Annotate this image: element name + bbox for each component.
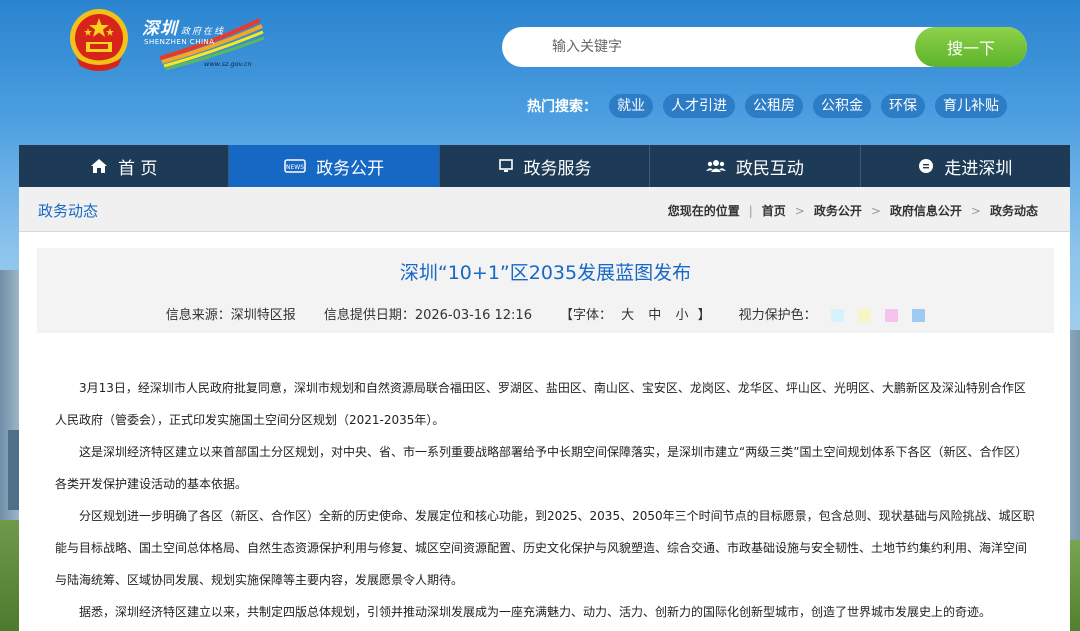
breadcrumb-prefix: 您现在的位置	[667, 204, 740, 218]
nav-item-about-shenzhen[interactable]: 走进深圳	[861, 145, 1070, 187]
font-size-selector: 【字体： 大 中 小 】	[560, 304, 711, 323]
article-source: 信息来源：深圳特区报	[165, 308, 296, 323]
monitor-icon	[498, 158, 514, 174]
logo-url-text: www.sz.gov.cn	[204, 60, 252, 68]
breadcrumb-separator: >	[870, 203, 881, 218]
font-size-medium[interactable]: 中	[648, 308, 661, 323]
site-logo[interactable]: 深圳 政府在线 SHENZHEN CHINA www.sz.gov.cn	[140, 14, 265, 72]
font-size-label-open: 【字体：	[559, 308, 612, 323]
breadcrumb-item-home[interactable]: 首页	[762, 202, 786, 219]
breadcrumb-item-news[interactable]: 政务动态	[990, 202, 1038, 219]
breadcrumb-item-info-disclosure[interactable]: 政府信息公开	[890, 202, 962, 219]
national-emblem-icon	[66, 6, 132, 76]
info-icon	[918, 158, 934, 174]
nav-label: 政民互动	[735, 158, 804, 179]
nav-label: 政务公开	[316, 158, 385, 179]
people-icon	[705, 158, 726, 174]
logo-english-text: SHENZHEN CHINA	[144, 38, 215, 46]
color-swatch-pink[interactable]	[885, 309, 899, 322]
hot-tag-childcare-subsidy[interactable]: 育儿补贴	[935, 94, 1007, 118]
article-title: 深圳“10+1”区2035发展蓝图发布	[399, 262, 692, 284]
hot-tag-talent[interactable]: 人才引进	[663, 94, 735, 118]
nav-item-interaction[interactable]: 政民互动	[650, 145, 861, 187]
color-swatch-cyan[interactable]	[830, 309, 844, 322]
font-size-small[interactable]: 小	[675, 308, 688, 323]
home-icon	[90, 158, 108, 174]
section-title: 政务动态	[38, 202, 99, 220]
hot-tag-jobs[interactable]: 就业	[609, 94, 653, 118]
color-swatch-blue[interactable]	[912, 309, 926, 322]
nav-item-services[interactable]: 政务服务	[440, 145, 651, 187]
color-swatch-yellow[interactable]	[857, 309, 871, 322]
breadcrumb-separator: |	[748, 203, 753, 218]
font-size-large[interactable]: 大	[621, 308, 634, 323]
article-header: 深圳“10+1”区2035发展蓝图发布 信息来源：深圳特区报 信息提供日期：20…	[37, 248, 1054, 333]
hot-tag-environment[interactable]: 环保	[881, 94, 925, 118]
breadcrumb-separator: >	[794, 203, 805, 218]
eye-protection-colors: 视力保护色：	[739, 304, 926, 323]
article-paragraph: 据悉，深圳经济特区建立以来，共制定四版总体规划，引领并推动深圳发展成为一座充满魅…	[79, 605, 992, 619]
nav-label: 走进深圳	[944, 158, 1013, 179]
article-container: 深圳“10+1”区2035发展蓝图发布 信息来源：深圳特区报 信息提供日期：20…	[19, 232, 1070, 631]
logo-chinese-text: 深圳 政府在线	[142, 19, 226, 39]
eye-protection-label: 视力保护色：	[738, 308, 817, 323]
hot-tag-public-housing[interactable]: 公租房	[745, 94, 803, 118]
search-bar: 搜一下	[502, 27, 1027, 67]
nav-label: 政务服务	[523, 158, 592, 179]
nav-item-home[interactable]: 首 页	[19, 145, 230, 187]
hot-tag-housing-fund[interactable]: 公积金	[813, 94, 871, 118]
hot-search-bar: 热门搜索： 就业 人才引进 公租房 公积金 环保 育儿补贴	[527, 93, 1017, 119]
news-icon: NEWS	[284, 158, 306, 174]
article-body: 3月13日，经深圳市人民政府批复同意，深圳市规划和自然资源局联合福田区、罗湖区、…	[55, 372, 1037, 628]
nav-label: 首 页	[118, 158, 158, 179]
hot-search-label: 热门搜索：	[527, 99, 597, 115]
main-nav: 首 页 NEWS 政务公开 政务服务 政民互动 走进深圳	[19, 145, 1070, 187]
svg-text:NEWS: NEWS	[286, 164, 304, 171]
article-paragraph: 这是深圳经济特区建立以来首部国土分区规划，对中央、省、市一系列重要战略部署给予中…	[55, 445, 1028, 491]
breadcrumb-bar: 政务动态 您现在的位置 | 首页 > 政务公开 > 政府信息公开 > 政务动态	[19, 187, 1070, 232]
search-input[interactable]	[552, 37, 912, 57]
breadcrumb-item-government-affairs[interactable]: 政务公开	[814, 202, 862, 219]
article-paragraph: 分区规划进一步明确了各区（新区、合作区）全新的历史使命、发展定位和核心功能，到2…	[55, 509, 1035, 587]
search-button[interactable]: 搜一下	[915, 27, 1027, 67]
article-paragraph: 3月13日，经深圳市人民政府批复同意，深圳市规划和自然资源局联合福田区、罗湖区、…	[55, 381, 1026, 427]
font-size-label-close: 】	[697, 308, 711, 323]
nav-item-government-affairs[interactable]: NEWS 政务公开	[229, 145, 440, 187]
article-date: 信息提供日期：2026-03-16 12:16	[323, 308, 532, 323]
breadcrumb-separator: >	[970, 203, 981, 218]
breadcrumb: 您现在的位置 | 首页 > 政务公开 > 政府信息公开 > 政务动态	[662, 202, 1044, 219]
article-meta: 信息来源：深圳特区报 信息提供日期：2026-03-16 12:16 【字体： …	[37, 304, 1054, 323]
